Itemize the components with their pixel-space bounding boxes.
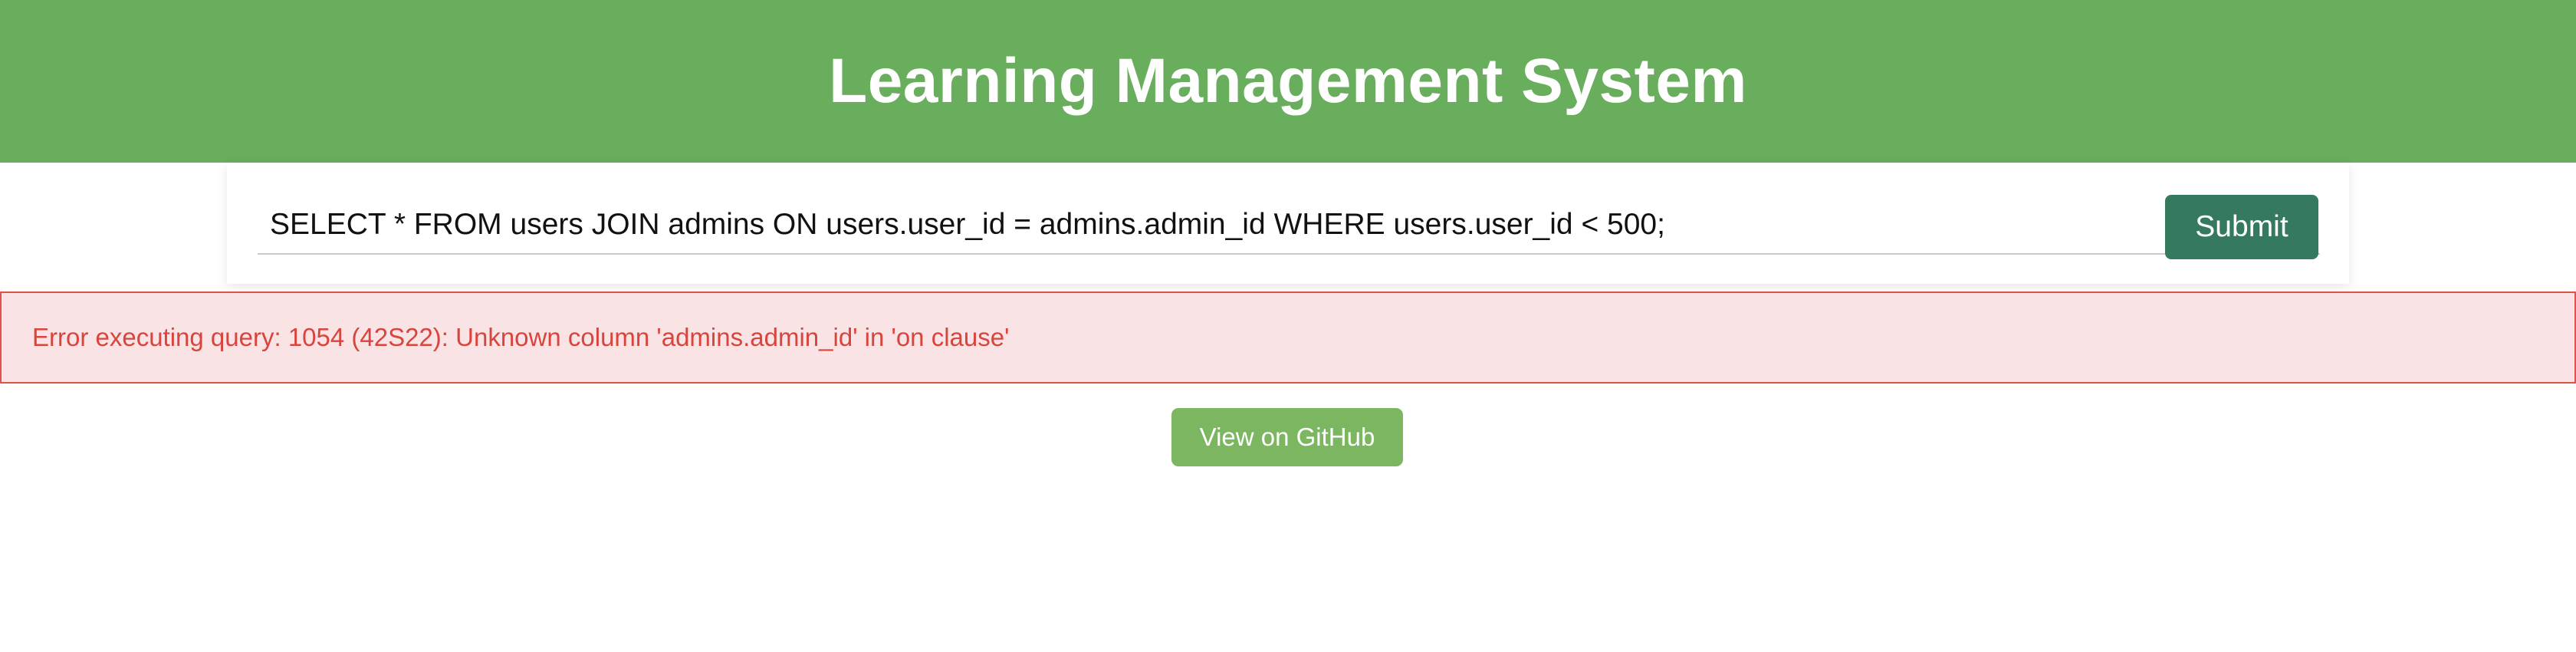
page-header: Learning Management System: [0, 0, 2576, 163]
submit-button[interactable]: Submit: [2165, 195, 2318, 259]
query-input[interactable]: [258, 196, 2320, 255]
query-form: Submit: [227, 163, 2349, 284]
error-message-text: Error executing query: 1054 (42S22): Unk…: [32, 323, 1010, 351]
error-message-box: Error executing query: 1054 (42S22): Unk…: [0, 291, 2576, 384]
page-title: Learning Management System: [829, 46, 1747, 116]
view-on-github-button[interactable]: View on GitHub: [1171, 408, 1403, 466]
